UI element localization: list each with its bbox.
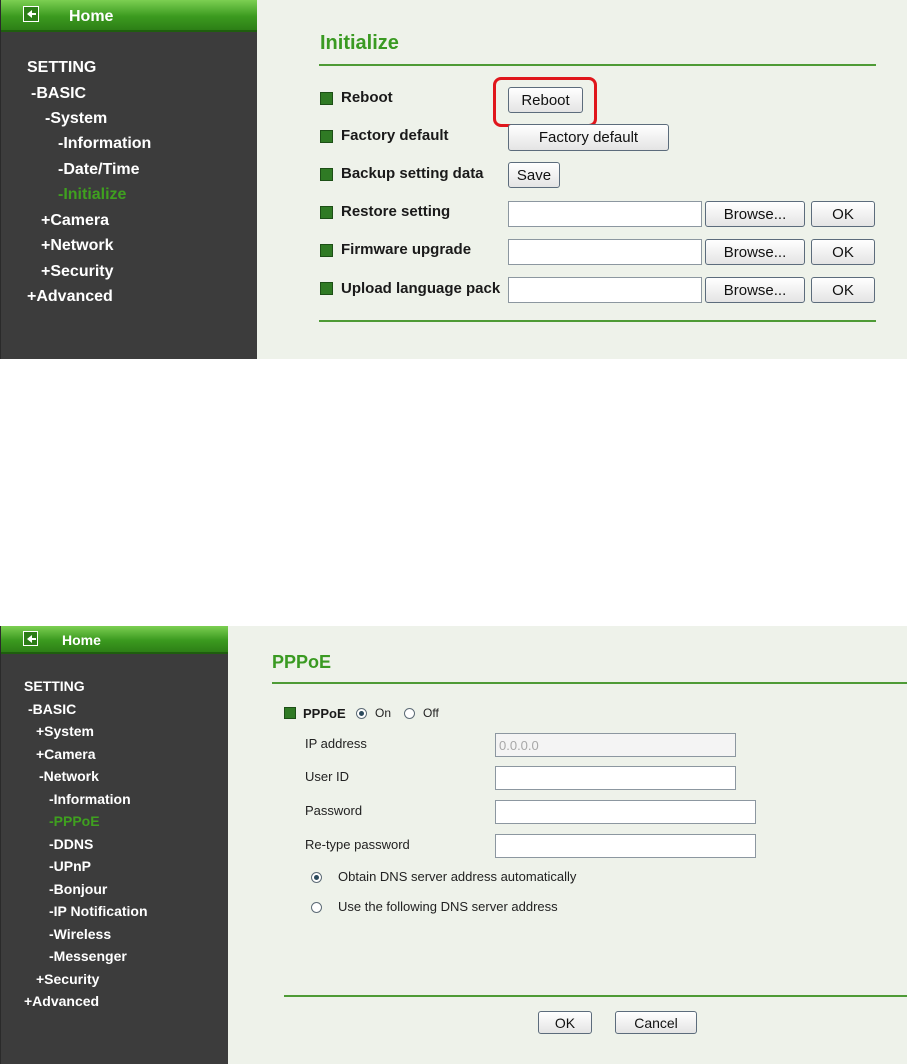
language-file-input[interactable] — [508, 277, 702, 303]
sidebar: Home SETTING -BASIC -System -Information… — [0, 0, 257, 359]
sidebar-item-ip-notification[interactable]: -IP Notification — [49, 903, 148, 919]
sidebar-item-basic[interactable]: -BASIC — [28, 701, 76, 717]
dns-manual-label: Use the following DNS server address — [338, 899, 558, 914]
sidebar-item-system[interactable]: -System — [45, 110, 107, 128]
page-title: Initialize — [320, 32, 399, 54]
restore-browse-button[interactable]: Browse... — [705, 201, 805, 227]
ip-address-label: IP address — [305, 736, 367, 751]
sidebar-item-information[interactable]: -Information — [58, 135, 151, 153]
cancel-button[interactable]: Cancel — [615, 1011, 697, 1034]
ok-button[interactable]: OK — [538, 1011, 592, 1034]
home-bar[interactable]: Home — [1, 626, 228, 654]
dns-manual-radio[interactable] — [311, 902, 322, 913]
sidebar-item-pppoe[interactable]: -PPPoE — [49, 813, 100, 829]
restore-file-input[interactable] — [508, 201, 702, 227]
bullet-icon — [320, 244, 333, 257]
dns-auto-radio[interactable] — [311, 872, 322, 883]
bullet-icon — [320, 130, 333, 143]
restore-ok-button[interactable]: OK — [811, 201, 875, 227]
password-input[interactable] — [495, 800, 756, 824]
sidebar-item-initialize[interactable]: -Initialize — [58, 186, 126, 204]
bottom-divider — [319, 320, 876, 322]
sidebar-heading-setting: SETTING — [24, 678, 85, 694]
sidebar-item-ddns[interactable]: -DDNS — [49, 836, 93, 852]
reboot-button[interactable]: Reboot — [508, 87, 583, 113]
sidebar-item-camera[interactable]: +Camera — [41, 212, 109, 230]
sidebar-item-system[interactable]: +System — [36, 723, 94, 739]
initialize-screen: Home SETTING -BASIC -System -Information… — [0, 0, 907, 359]
retype-password-input[interactable] — [495, 834, 756, 858]
sidebar-item-basic[interactable]: -BASIC — [31, 85, 86, 103]
sidebar-item-messenger[interactable]: -Messenger — [49, 948, 127, 964]
restore-setting-label: Restore setting — [341, 203, 451, 220]
retype-password-label: Re-type password — [305, 837, 410, 852]
dns-auto-label: Obtain DNS server address automatically — [338, 869, 577, 884]
password-label: Password — [305, 803, 363, 818]
sidebar-item-network[interactable]: -Network — [39, 768, 99, 784]
pppoe-screen: Home SETTING -BASIC +System +Camera -Net… — [0, 626, 907, 1064]
sidebar-item-security[interactable]: +Security — [41, 263, 113, 281]
back-arrow-icon — [23, 631, 38, 646]
bottom-divider — [284, 995, 907, 997]
user-id-input[interactable] — [495, 766, 736, 790]
language-ok-button[interactable]: OK — [811, 277, 875, 303]
home-link[interactable]: Home — [62, 632, 101, 648]
home-bar[interactable]: Home — [1, 0, 257, 32]
sidebar-item-advanced[interactable]: +Advanced — [27, 288, 113, 306]
sidebar: Home SETTING -BASIC +System +Camera -Net… — [0, 626, 228, 1064]
factory-default-label: Factory default — [341, 127, 449, 144]
upload-language-label: Upload language pack — [341, 280, 501, 297]
bullet-icon — [320, 206, 333, 219]
bullet-icon — [284, 707, 296, 719]
language-browse-button[interactable]: Browse... — [705, 277, 805, 303]
firmware-ok-button[interactable]: OK — [811, 239, 875, 265]
bullet-icon — [320, 92, 333, 105]
bullet-icon — [320, 282, 333, 295]
pppoe-off-label: Off — [423, 706, 439, 720]
sidebar-item-wireless[interactable]: -Wireless — [49, 926, 111, 942]
sidebar-item-datetime[interactable]: -Date/Time — [58, 161, 140, 179]
sidebar-item-information[interactable]: -Information — [49, 791, 131, 807]
pppoe-label: PPPoE — [303, 706, 346, 721]
bullet-icon — [320, 168, 333, 181]
sidebar-item-camera[interactable]: +Camera — [36, 746, 96, 762]
reboot-label: Reboot — [341, 89, 393, 106]
pppoe-on-label: On — [375, 706, 392, 720]
firmware-file-input[interactable] — [508, 239, 702, 265]
sidebar-item-bonjour[interactable]: -Bonjour — [49, 881, 107, 897]
sidebar-heading-setting: SETTING — [27, 59, 97, 76]
factory-default-button[interactable]: Factory default — [508, 124, 669, 151]
ip-address-input — [495, 733, 736, 757]
sidebar-item-network[interactable]: +Network — [41, 237, 113, 255]
page-title: PPPoE — [272, 652, 332, 672]
initialize-content: Initialize Reboot Reboot Factory default… — [257, 0, 907, 359]
save-button[interactable]: Save — [508, 162, 560, 188]
sidebar-item-upnp[interactable]: -UPnP — [49, 858, 91, 874]
sidebar-item-advanced[interactable]: +Advanced — [24, 993, 99, 1009]
firmware-upgrade-label: Firmware upgrade — [341, 241, 472, 258]
pppoe-off-radio[interactable] — [404, 708, 415, 719]
title-divider — [272, 682, 907, 684]
sidebar-item-security[interactable]: +Security — [36, 971, 99, 987]
firmware-browse-button[interactable]: Browse... — [705, 239, 805, 265]
title-divider — [319, 64, 876, 66]
backup-setting-label: Backup setting data — [341, 165, 484, 182]
home-link[interactable]: Home — [69, 8, 113, 26]
pppoe-on-radio[interactable] — [356, 708, 367, 719]
pppoe-content: PPPoE PPPoE On Off IP address User ID Pa… — [228, 626, 907, 1064]
user-id-label: User ID — [305, 769, 350, 784]
back-arrow-icon — [23, 6, 39, 22]
